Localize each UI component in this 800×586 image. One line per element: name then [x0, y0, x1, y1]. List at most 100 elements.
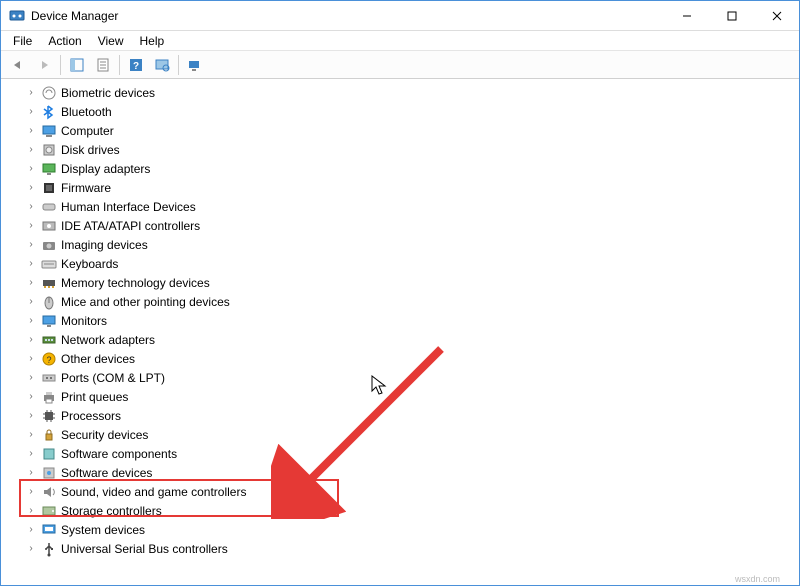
tree-node[interactable]: ›Mice and other pointing devices: [1, 292, 799, 311]
network-icon: [41, 332, 57, 348]
tree-node[interactable]: ›Imaging devices: [1, 235, 799, 254]
hid-icon: [41, 199, 57, 215]
firmware-icon: [41, 180, 57, 196]
tree-node-label: Software components: [61, 447, 177, 461]
tree-node-label: Software devices: [61, 466, 152, 480]
tree-node[interactable]: › Disk drives: [1, 140, 799, 159]
display-icon: [41, 161, 57, 177]
sound-icon: [41, 484, 57, 500]
menu-view[interactable]: View: [90, 32, 132, 50]
chevron-right-icon[interactable]: ›: [25, 106, 37, 118]
tree-node-label: Universal Serial Bus controllers: [61, 542, 228, 556]
tree-node[interactable]: ›Keyboards: [1, 254, 799, 273]
tree-node[interactable]: ›Human Interface Devices: [1, 197, 799, 216]
swdev-icon: [41, 465, 57, 481]
tree-node-label: Processors: [61, 409, 121, 423]
menubar: File Action View Help: [1, 31, 799, 51]
tree-node[interactable]: › Storage controllers: [1, 501, 799, 520]
tree-node-label: Sound, video and game controllers: [61, 485, 246, 499]
chevron-right-icon[interactable]: ›: [25, 467, 37, 479]
chevron-right-icon[interactable]: ›: [25, 87, 37, 99]
window-controls: [664, 1, 799, 30]
svg-text:?: ?: [46, 355, 51, 365]
tree-node-label: Other devices: [61, 352, 135, 366]
port-icon: [41, 370, 57, 386]
tree-node[interactable]: ›Print queues: [1, 387, 799, 406]
properties-button[interactable]: [91, 53, 115, 77]
computer-icon: [41, 123, 57, 139]
content-area: ›Biometric devices›Bluetooth›Computer›Di…: [1, 79, 799, 585]
tree-node[interactable]: ›? Other devices: [1, 349, 799, 368]
app-icon: [9, 8, 25, 24]
tree-node[interactable]: › Monitors: [1, 311, 799, 330]
tree-node[interactable]: › Sound, video and game controllers: [1, 482, 799, 501]
chevron-right-icon[interactable]: ›: [25, 277, 37, 289]
keyboard-icon: [41, 256, 57, 272]
tree-node[interactable]: ›Ports (COM & LPT): [1, 368, 799, 387]
chevron-right-icon[interactable]: ›: [25, 258, 37, 270]
tree-node[interactable]: ›Bluetooth: [1, 102, 799, 121]
chevron-right-icon[interactable]: ›: [25, 220, 37, 232]
menu-file[interactable]: File: [5, 32, 40, 50]
show-hide-tree-button[interactable]: [65, 53, 89, 77]
tree-node[interactable]: ›Biometric devices: [1, 83, 799, 102]
back-button[interactable]: [6, 53, 30, 77]
usb-icon: [41, 541, 57, 557]
minimize-button[interactable]: [664, 1, 709, 30]
chevron-right-icon[interactable]: ›: [25, 163, 37, 175]
tree-node[interactable]: › Processors: [1, 406, 799, 425]
help-button[interactable]: ?: [124, 53, 148, 77]
tree-node[interactable]: ›System devices: [1, 520, 799, 539]
chevron-right-icon[interactable]: ›: [25, 201, 37, 213]
chevron-right-icon[interactable]: ›: [25, 543, 37, 555]
chevron-right-icon[interactable]: ›: [25, 353, 37, 365]
tree-node-label: Security devices: [61, 428, 148, 442]
tree-node-label: Monitors: [61, 314, 107, 328]
tree-node-label: Firmware: [61, 181, 111, 195]
tree-node[interactable]: ›IDE ATA/ATAPI controllers: [1, 216, 799, 235]
chevron-right-icon[interactable]: ›: [25, 486, 37, 498]
close-button[interactable]: [754, 1, 799, 30]
chevron-right-icon[interactable]: ›: [25, 505, 37, 517]
tree-node[interactable]: › Software components: [1, 444, 799, 463]
tree-node[interactable]: › Firmware: [1, 178, 799, 197]
forward-button[interactable]: [32, 53, 56, 77]
chevron-right-icon[interactable]: ›: [25, 524, 37, 536]
mouse-icon: [41, 294, 57, 310]
chevron-right-icon[interactable]: ›: [25, 372, 37, 384]
devices-button[interactable]: [183, 53, 207, 77]
chevron-right-icon[interactable]: ›: [25, 144, 37, 156]
watermark: wsxdn.com: [735, 574, 780, 584]
chevron-right-icon[interactable]: ›: [25, 429, 37, 441]
svg-text:?: ?: [133, 61, 139, 72]
tree-node[interactable]: › Display adapters: [1, 159, 799, 178]
maximize-button[interactable]: [709, 1, 754, 30]
ide-icon: [41, 218, 57, 234]
toolbar-separator: [60, 55, 61, 75]
device-tree[interactable]: ›Biometric devices›Bluetooth›Computer›Di…: [1, 79, 799, 585]
tree-node[interactable]: › Universal Serial Bus controllers: [1, 539, 799, 558]
chevron-right-icon[interactable]: ›: [25, 391, 37, 403]
tree-node-label: Storage controllers: [61, 504, 162, 518]
chevron-right-icon[interactable]: ›: [25, 410, 37, 422]
chevron-right-icon[interactable]: ›: [25, 125, 37, 137]
biometric-icon: [41, 85, 57, 101]
menu-action[interactable]: Action: [40, 32, 89, 50]
tree-node[interactable]: ›Network adapters: [1, 330, 799, 349]
chevron-right-icon[interactable]: ›: [25, 448, 37, 460]
chevron-right-icon[interactable]: ›: [25, 296, 37, 308]
tree-node[interactable]: ›Computer: [1, 121, 799, 140]
tree-node-label: Display adapters: [61, 162, 150, 176]
menu-help[interactable]: Help: [132, 32, 173, 50]
chevron-right-icon[interactable]: ›: [25, 315, 37, 327]
scan-button[interactable]: [150, 53, 174, 77]
tree-node[interactable]: ›Memory technology devices: [1, 273, 799, 292]
chevron-right-icon[interactable]: ›: [25, 239, 37, 251]
chevron-right-icon[interactable]: ›: [25, 334, 37, 346]
tree-node[interactable]: › Security devices: [1, 425, 799, 444]
tree-node-label: Disk drives: [61, 143, 120, 157]
chevron-right-icon[interactable]: ›: [25, 182, 37, 194]
tree-node[interactable]: › Software devices: [1, 463, 799, 482]
imaging-icon: [41, 237, 57, 253]
bluetooth-icon: [41, 104, 57, 120]
